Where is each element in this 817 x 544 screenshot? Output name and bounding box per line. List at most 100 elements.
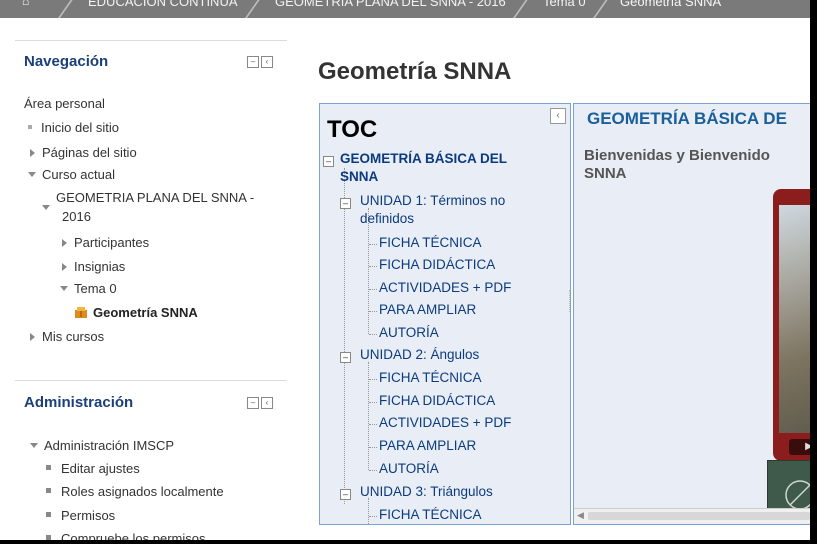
toc-item[interactable]: FICHA DIDÁCTICA <box>379 256 495 274</box>
admin-root[interactable]: Administración IMSCP <box>30 438 174 453</box>
toc-item[interactable]: PARA AMPLIAR <box>379 437 476 455</box>
expand-icon <box>30 149 35 157</box>
toc-item[interactable]: FICHA TÉCNICA <box>379 369 482 387</box>
nav-item-course[interactable]: GEOMETRIA PLANA DEL SNNA - <box>42 190 254 210</box>
dock-icon[interactable]: ‹ <box>261 397 273 409</box>
collapse-icon <box>28 172 36 177</box>
breadcrumb-item[interactable]: EDUCACIÓN CONTINUA <box>88 0 238 9</box>
tree-branch <box>369 379 377 380</box>
collapse-node-icon[interactable]: – <box>340 198 351 209</box>
toc-item[interactable]: FICHA TÉCNICA <box>379 234 482 252</box>
nav-item-insignias[interactable]: Insignias <box>62 259 125 274</box>
bullet-icon <box>46 535 51 540</box>
bullet-icon <box>46 488 51 493</box>
nav-area-personal[interactable]: Área personal <box>24 96 105 111</box>
tree-branch <box>369 516 377 517</box>
nav-label: Compruebe los permisos <box>61 531 206 540</box>
admin-item[interactable]: Editar ajustes <box>46 461 140 476</box>
breadcrumb-separator <box>243 0 263 18</box>
toc-item[interactable]: FICHA DIDÁCTICA <box>379 392 495 410</box>
toc-title: TOC <box>327 116 378 143</box>
nav-item-mis-cursos[interactable]: Mis cursos <box>30 329 104 344</box>
video-player[interactable]: ▶ <box>773 189 810 461</box>
collapse-node-icon[interactable]: – <box>340 352 351 363</box>
video-frame <box>779 205 810 433</box>
tree-branch <box>369 447 377 448</box>
browser-frame: ⌂ EDUCACIÓN CONTINUA GEOMETRIA PLANA DEL… <box>0 0 810 540</box>
tree-branch <box>369 244 377 245</box>
breadcrumb: ⌂ EDUCACIÓN CONTINUA GEOMETRIA PLANA DEL… <box>0 0 810 18</box>
administration-block-header: Administración – ‹ <box>15 381 287 415</box>
horizontal-scrollbar[interactable]: ◀ <box>574 508 810 523</box>
tree-branch <box>369 424 377 425</box>
nav-label: Mis cursos <box>42 329 105 344</box>
collapse-toc-icon[interactable]: ‹ <box>550 108 566 124</box>
block-controls: – ‹ <box>245 397 273 415</box>
content-text-line1: Bienvenidas y Bienvenido <box>584 147 770 164</box>
nav-label: GEOMETRIA PLANA DEL SNNA - <box>56 190 255 205</box>
breadcrumb-separator <box>511 0 531 18</box>
toc-item[interactable]: FICHA TÉCNICA <box>379 506 482 524</box>
tree-branch <box>369 266 377 267</box>
scrollbar-thumb[interactable] <box>588 512 810 520</box>
toc-root[interactable]: GEOMETRÍA BÁSICA DEL <box>340 150 507 168</box>
collapse-node-icon[interactable]: – <box>340 489 351 500</box>
minimize-icon[interactable]: – <box>247 397 259 409</box>
navigation-title: Navegación <box>24 53 109 70</box>
content-panel: GEOMETRÍA BÁSICA DE Bienvenidas y Bienve… <box>573 103 810 525</box>
breadcrumb-separator <box>591 0 611 18</box>
nav-label: Tema 0 <box>74 281 117 296</box>
administration-block: Administración – ‹ <box>15 380 287 415</box>
expand-icon <box>62 239 67 247</box>
nav-item-participantes[interactable]: Participantes <box>62 235 149 250</box>
nav-label: Roles asignados localmente <box>61 484 224 499</box>
admin-item[interactable]: Roles asignados localmente <box>46 484 224 499</box>
toc-item[interactable]: AUTORÍA <box>379 324 439 342</box>
breadcrumb-item[interactable]: GEOMETRIA PLANA DEL SNNA - 2016 <box>275 0 506 9</box>
tree-branch <box>369 334 377 335</box>
toc-root-line2[interactable]: SNNA <box>340 168 378 186</box>
left-column: Navegación – ‹ <box>15 40 287 75</box>
minimize-icon[interactable]: – <box>247 56 259 68</box>
package-icon <box>74 306 88 318</box>
admin-item[interactable]: Permisos <box>46 508 115 523</box>
toc-panel: TOC ‹ – GEOMETRÍA BÁSICA DEL SNNA – UNID… <box>319 103 571 525</box>
toc-item[interactable]: ACTIVIDADES + PDF <box>379 414 511 432</box>
toc-item[interactable]: ACTIVIDADES + PDF <box>379 279 511 297</box>
collapse-icon <box>42 205 50 210</box>
nav-label: Participantes <box>74 235 150 250</box>
nav-label: Editar ajustes <box>61 461 140 476</box>
toc-unit-1[interactable]: UNIDAD 1: Términos no <box>360 192 505 210</box>
collapse-icon <box>60 286 68 291</box>
bullet-icon <box>46 512 51 517</box>
nav-label: Insignias <box>74 259 126 274</box>
toc-unit-1-line2[interactable]: definidos <box>360 210 414 228</box>
content-text-line2: SNNA <box>584 165 627 182</box>
navigation-block-header: Navegación – ‹ <box>15 41 287 75</box>
play-button[interactable]: ▶ <box>789 439 810 455</box>
toc-unit-2[interactable]: UNIDAD 2: Ángulos <box>360 346 479 364</box>
tree-branch <box>369 289 377 290</box>
nav-item-inicio[interactable]: Inicio del sitio <box>26 120 119 135</box>
nav-item-course-year[interactable]: 2016 <box>62 209 91 224</box>
breadcrumb-item[interactable]: Tema 0 <box>543 0 586 9</box>
administration-title: Administración <box>24 394 134 411</box>
nav-item-tema0[interactable]: Tema 0 <box>60 281 117 296</box>
video-thumbnail[interactable] <box>767 460 810 514</box>
collapse-node-icon[interactable]: – <box>323 156 334 167</box>
dock-icon[interactable]: ‹ <box>261 56 273 68</box>
nav-item-paginas[interactable]: Páginas del sitio <box>30 145 137 160</box>
admin-item[interactable]: Compruebe los permisos <box>46 531 206 540</box>
home-icon[interactable]: ⌂ <box>22 0 38 8</box>
nav-item-curso-actual[interactable]: Curso actual <box>28 167 115 182</box>
tree-branch <box>369 402 377 403</box>
scroll-left-icon[interactable]: ◀ <box>577 510 584 521</box>
toc-item[interactable]: PARA AMPLIAR <box>379 301 476 319</box>
breadcrumb-current: Geometría SNNA <box>620 0 722 9</box>
block-controls: – ‹ <box>245 56 273 74</box>
compass-icon <box>785 480 810 510</box>
toc-unit-3[interactable]: UNIDAD 3: Triángulos <box>360 483 493 501</box>
toc-item[interactable]: AUTORÍA <box>379 460 439 478</box>
nav-item-geometria[interactable]: Geometría SNNA <box>74 305 198 320</box>
nav-label: Inicio del sitio <box>41 120 120 135</box>
